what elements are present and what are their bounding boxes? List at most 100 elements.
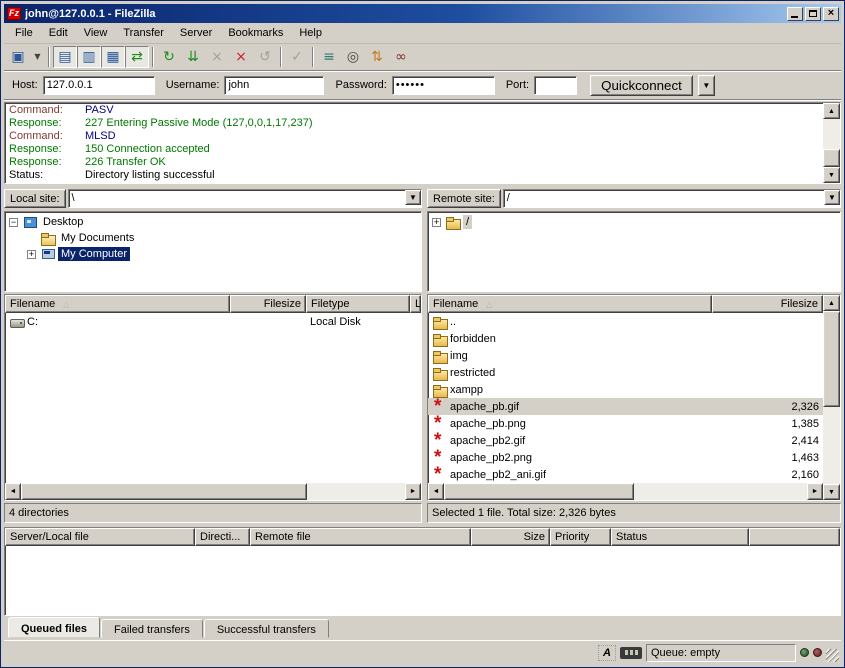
column-header-filesize[interactable]: Filesize <box>712 295 823 313</box>
synchronized-browsing-button[interactable]: ◎ <box>341 46 365 68</box>
file-row[interactable]: .. <box>428 313 823 330</box>
tree-expander[interactable]: + <box>27 250 36 259</box>
tree-item[interactable]: + / <box>428 214 840 230</box>
scroll-left-icon[interactable]: ◄ <box>428 483 444 500</box>
file-row[interactable]: C: Local Disk <box>5 313 421 330</box>
scroll-down-icon[interactable]: ▼ <box>823 167 840 183</box>
menu-item[interactable]: Bookmarks <box>220 25 291 41</box>
column-header-server-local-file[interactable]: Server/Local file <box>5 528 195 546</box>
menu-item[interactable]: Edit <box>41 25 76 41</box>
refresh-button[interactable]: ↻ <box>157 46 181 68</box>
file-row[interactable]: restricted <box>428 364 823 381</box>
filezilla-logo-icon: Fz <box>7 7 21 20</box>
close-button[interactable]: × <box>823 7 839 21</box>
tab-label: Successful transfers <box>217 624 316 636</box>
log-line: Response: 150 Connection accepted <box>9 143 823 156</box>
toggle-remote-tree-button[interactable]: ▦ <box>101 46 125 68</box>
column-header-filename[interactable]: Filename△ <box>428 295 712 313</box>
close-icon: × <box>828 9 834 18</box>
column-header-status[interactable]: Status <box>611 528 749 546</box>
menu-item[interactable]: Transfer <box>115 25 172 41</box>
file-row[interactable]: apache_pb.gif 2,326 <box>428 398 823 415</box>
scroll-up-icon[interactable]: ▲ <box>823 103 840 119</box>
menu-item[interactable]: File <box>7 25 41 41</box>
port-input[interactable] <box>534 76 577 95</box>
tree-item[interactable]: + My Computer <box>5 246 421 262</box>
tree-item[interactable]: − Desktop <box>5 214 421 230</box>
toolbar-icon: × <box>211 50 223 64</box>
queue-tab[interactable]: Queued files <box>8 617 100 638</box>
disconnect-button[interactable]: × <box>229 46 253 68</box>
column-header-filetype[interactable]: Filetype <box>306 295 410 313</box>
queue-tab[interactable]: Successful transfers <box>204 619 329 638</box>
directory-comparison-button[interactable]: ≡ <box>317 46 341 68</box>
password-input[interactable] <box>392 76 495 95</box>
toggle-local-tree-button[interactable]: ▥ <box>77 46 101 68</box>
cancel-operation-button[interactable]: × <box>205 46 229 68</box>
scroll-right-icon[interactable]: ► <box>807 483 823 500</box>
toggle-message-log-button[interactable]: ▤ <box>53 46 77 68</box>
column-header-lastmodified[interactable]: L <box>410 295 421 313</box>
file-size: 2,160 <box>712 466 823 483</box>
remote-vscrollbar[interactable]: ▲ ▼ <box>823 295 840 500</box>
filter-button[interactable]: ✓ <box>285 46 309 68</box>
toolbar-icon: ▤ <box>58 50 71 64</box>
scrollbar-thumb[interactable] <box>823 149 840 167</box>
file-row[interactable]: apache_pb2.gif 2,414 <box>428 432 823 449</box>
queue-tab[interactable]: Failed transfers <box>101 619 203 638</box>
reconnect-button[interactable]: ↺ <box>253 46 277 68</box>
queue-header: Server/Local file Directi... Remote file… <box>5 528 840 546</box>
remote-site-combo[interactable]: / ▼ <box>503 189 841 208</box>
folder-sync-button[interactable]: ⇅ <box>365 46 389 68</box>
scrollbar-thumb[interactable] <box>823 311 840 407</box>
file-row[interactable]: xampp <box>428 381 823 398</box>
scroll-right-icon[interactable]: ► <box>405 483 421 500</box>
folder-icon <box>432 350 448 362</box>
process-queue-button[interactable]: ⇊ <box>181 46 205 68</box>
column-header-filesize[interactable]: Filesize <box>230 295 306 313</box>
maximize-button[interactable] <box>805 7 821 21</box>
image-file-icon <box>432 452 448 464</box>
scroll-down-icon[interactable]: ▼ <box>823 484 840 500</box>
local-hscrollbar[interactable]: ◄ ► <box>5 483 421 500</box>
menu-item[interactable]: Server <box>172 25 220 41</box>
queue-tabs: Queued filesFailed transfers Successful t… <box>4 616 841 638</box>
tree-item[interactable]: My Documents <box>5 230 421 246</box>
scroll-up-icon[interactable]: ▲ <box>823 295 840 311</box>
column-header-filename[interactable]: Filename△ <box>5 295 230 313</box>
local-site-combo[interactable]: \ ▼ <box>68 189 422 208</box>
column-header-remote-file[interactable]: Remote file <box>250 528 471 546</box>
tree-expander[interactable]: − <box>9 218 18 227</box>
tree-expander[interactable]: + <box>432 218 441 227</box>
quickconnect-dropdown[interactable]: ▼ <box>698 75 715 96</box>
toggle-queue-button[interactable]: ⇄ <box>125 46 149 68</box>
chevron-down-icon[interactable]: ▼ <box>824 190 840 205</box>
username-input[interactable] <box>224 76 324 95</box>
log-scrollbar[interactable]: ▲ ▼ <box>823 103 840 183</box>
minimize-button[interactable] <box>787 7 803 21</box>
column-header-direction[interactable]: Directi... <box>195 528 250 546</box>
file-row[interactable]: img <box>428 347 823 364</box>
quickconnect-button[interactable]: Quickconnect <box>590 75 693 96</box>
file-row[interactable]: forbidden <box>428 330 823 347</box>
file-row[interactable]: apache_pb.png 1,385 <box>428 415 823 432</box>
menu-item[interactable]: View <box>76 25 116 41</box>
scroll-left-icon[interactable]: ◄ <box>5 483 21 500</box>
site-manager-dropdown[interactable]: ▼ <box>30 46 45 68</box>
filezilla-window: Fz john@127.0.0.1 - FileZilla × FileEdit… <box>0 0 845 668</box>
scrollbar-thumb[interactable] <box>21 483 307 500</box>
menu-item[interactable]: Help <box>291 25 330 41</box>
chevron-down-icon[interactable]: ▼ <box>405 190 421 205</box>
remote-hscrollbar[interactable]: ◄ ► <box>428 483 823 500</box>
file-row[interactable]: apache_pb2.png 1,463 <box>428 449 823 466</box>
toolbar-icon: ▥ <box>82 50 95 64</box>
resize-grip[interactable] <box>826 649 839 662</box>
file-size: 2,414 <box>712 432 823 449</box>
scrollbar-thumb[interactable] <box>444 483 634 500</box>
site-manager-button[interactable]: ▣ <box>6 46 30 68</box>
file-row[interactable]: apache_pb2_ani.gif 2,160 <box>428 466 823 483</box>
find-files-button[interactable]: ∞ <box>389 46 413 68</box>
column-header-size[interactable]: Size <box>471 528 550 546</box>
column-header-priority[interactable]: Priority <box>550 528 611 546</box>
host-input[interactable] <box>43 76 155 95</box>
